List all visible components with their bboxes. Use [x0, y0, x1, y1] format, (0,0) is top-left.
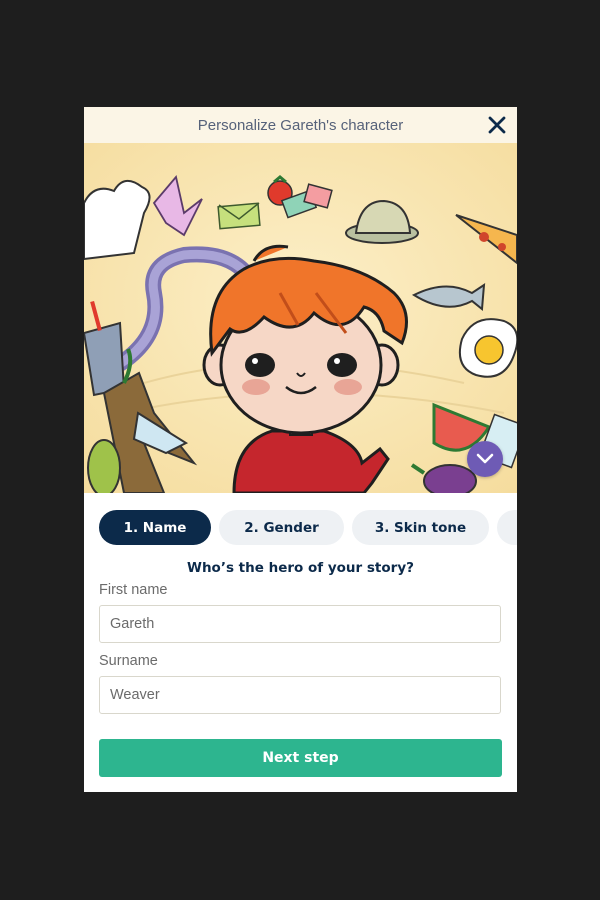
- surname-label: Surname: [99, 653, 158, 669]
- surname-field[interactable]: [99, 676, 501, 714]
- expand-illustration-button[interactable]: [467, 441, 503, 477]
- first-name-label: First name: [99, 582, 168, 598]
- close-icon: [488, 116, 506, 134]
- steps-tab-bar: 1. Name 2. Gender 3. Skin tone: [84, 508, 517, 546]
- tab-next-partial[interactable]: [497, 510, 517, 545]
- chevron-down-icon: [476, 453, 494, 464]
- tab-gender[interactable]: 2. Gender: [219, 510, 344, 545]
- personalize-modal: Personalize Gareth's character 1. Name 2…: [84, 107, 517, 792]
- tab-skin-tone[interactable]: 3. Skin tone: [352, 510, 489, 545]
- character-illustration: [84, 143, 517, 493]
- next-step-button[interactable]: Next step: [99, 739, 502, 777]
- pickle-icon: [87, 439, 121, 493]
- close-button[interactable]: [483, 111, 511, 139]
- envelope-icon: [217, 202, 261, 230]
- modal-header: Personalize Gareth's character: [84, 107, 517, 143]
- form-question: Who’s the hero of your story?: [187, 560, 414, 576]
- tab-name[interactable]: 1. Name: [99, 510, 211, 545]
- first-name-field[interactable]: [99, 605, 501, 643]
- modal-title: Personalize Gareth's character: [197, 116, 404, 134]
